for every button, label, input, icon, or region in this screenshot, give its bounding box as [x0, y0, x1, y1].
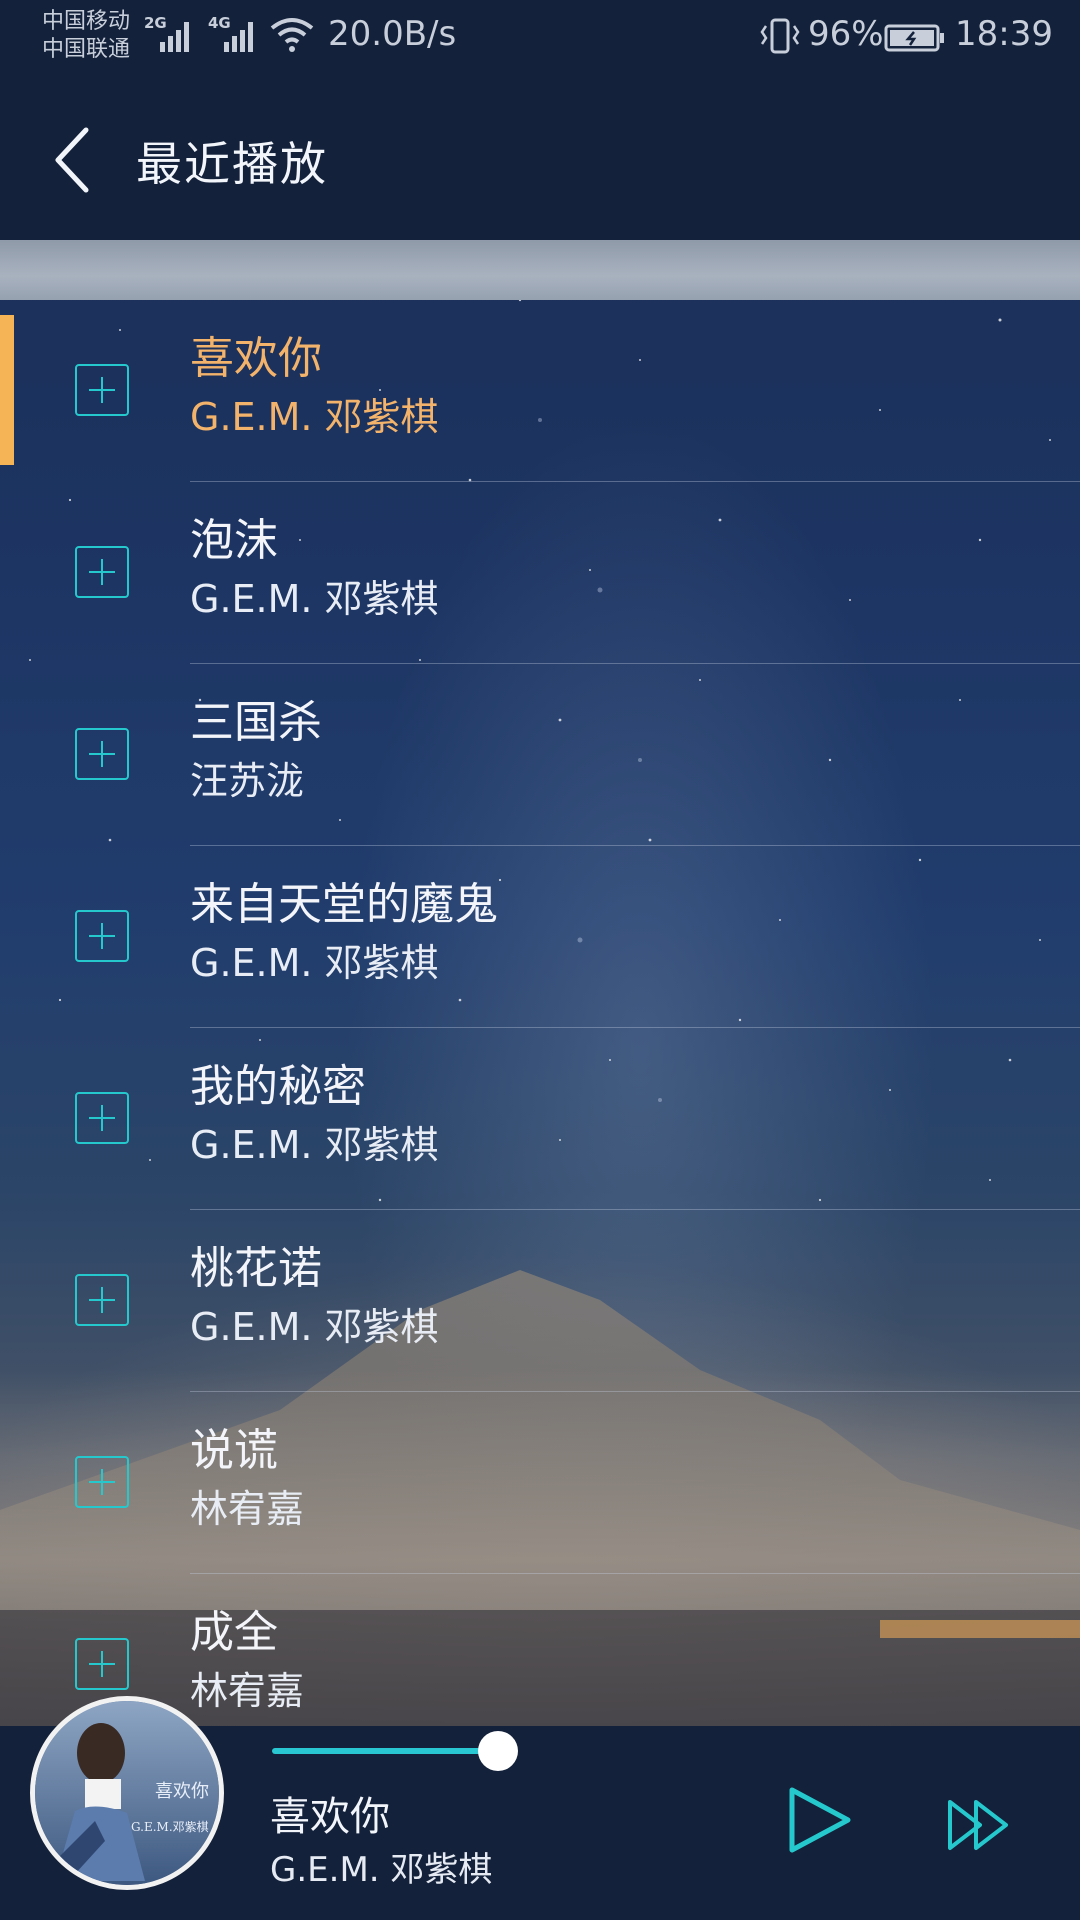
song-title: 我的秘密: [190, 1061, 366, 1112]
song-artist: G.E.M. 邓紫棋: [190, 395, 439, 439]
add-to-playlist-button[interactable]: [75, 910, 129, 962]
song-row[interactable]: 说谎 林宥嘉: [0, 1392, 1080, 1574]
plus-icon-stroke: [101, 1469, 103, 1495]
song-list: 喜欢你 G.E.M. 邓紫棋 泡沫 G.E.M. 邓紫棋 三国杀 汪苏泷 来自天堂的魔鬼 G.…: [0, 300, 1080, 1756]
plus-icon-stroke: [101, 377, 103, 403]
song-title: 来自天堂的魔鬼: [190, 879, 498, 930]
song-row[interactable]: 泡沫 G.E.M. 邓紫棋: [0, 482, 1080, 664]
album-art-text: 喜欢你: [155, 1781, 209, 1802]
status-bar: 中国移动 中国联通 2G 4G 20.0B/s 96% 18:39: [0, 0, 1080, 80]
song-artist: G.E.M. 邓紫棋: [190, 577, 439, 621]
signal-icon: [224, 18, 260, 52]
progress-thumb[interactable]: [478, 1731, 518, 1771]
album-art-caption: G.E.M.邓紫棋: [131, 1820, 209, 1834]
network-speed: 20.0B/s: [328, 14, 457, 54]
song-title: 三国杀: [190, 697, 322, 748]
song-artist: G.E.M. 邓紫棋: [190, 1305, 439, 1349]
add-to-playlist-button[interactable]: [75, 1092, 129, 1144]
song-title: 喜欢你: [190, 333, 322, 384]
plus-icon-stroke: [101, 741, 103, 767]
carrier-1: 中国移动: [42, 9, 131, 34]
song-title: 说谎: [190, 1425, 278, 1476]
song-artist: G.E.M. 邓紫棋: [190, 1123, 439, 1167]
clock: 18:39: [955, 14, 1053, 54]
song-artist: 汪苏泷: [190, 759, 305, 803]
song-row[interactable]: 三国杀 汪苏泷: [0, 664, 1080, 846]
now-playing-title: 喜欢你: [270, 1794, 390, 1840]
active-indicator: [0, 315, 14, 465]
song-artist: G.E.M. 邓紫棋: [190, 941, 439, 985]
next-icon[interactable]: [944, 1790, 1014, 1860]
add-to-playlist-button[interactable]: [75, 364, 129, 416]
song-row[interactable]: 喜欢你 G.E.M. 邓紫棋: [0, 300, 1080, 482]
add-to-playlist-button[interactable]: [75, 1638, 129, 1690]
vibrate-icon: [760, 18, 800, 54]
add-to-playlist-button[interactable]: [75, 1456, 129, 1508]
add-to-playlist-button[interactable]: [75, 546, 129, 598]
add-to-playlist-button[interactable]: [75, 1274, 129, 1326]
carrier-2: 中国联通: [42, 37, 131, 62]
now-playing-artist: G.E.M. 邓紫棋: [270, 1850, 493, 1890]
song-title: 成全: [190, 1607, 278, 1658]
plus-icon-stroke: [101, 923, 103, 949]
song-row[interactable]: 桃花诺 G.E.M. 邓紫棋: [0, 1210, 1080, 1392]
page-title: 最近播放: [136, 137, 328, 191]
song-title: 桃花诺: [190, 1243, 322, 1294]
app-root: 中国移动 中国联通 2G 4G 20.0B/s 96% 18:39 最近播放 喜…: [0, 0, 1080, 1920]
signal-icon: [160, 18, 196, 52]
album-art[interactable]: 喜欢你 G.E.M.邓紫棋: [30, 1696, 224, 1890]
battery-percent: 96%: [808, 14, 884, 54]
back-icon[interactable]: [44, 120, 104, 200]
battery-icon: [884, 24, 944, 52]
play-icon[interactable]: [780, 1780, 860, 1860]
song-artist: 林宥嘉: [190, 1487, 305, 1531]
song-row[interactable]: 来自天堂的魔鬼 G.E.M. 邓紫棋: [0, 846, 1080, 1028]
song-title: 泡沫: [190, 515, 278, 566]
progress-track[interactable]: [272, 1748, 497, 1754]
plus-icon-stroke: [101, 1287, 103, 1313]
plus-icon-stroke: [101, 559, 103, 585]
wifi-icon: [270, 18, 314, 52]
song-artist: 林宥嘉: [190, 1669, 305, 1713]
banner-strip: [0, 240, 1080, 300]
plus-icon-stroke: [101, 1651, 103, 1677]
album-cover-image: 喜欢你 G.E.M.邓紫棋: [35, 1701, 219, 1885]
header: 最近播放: [0, 80, 1080, 240]
plus-icon-stroke: [101, 1105, 103, 1131]
add-to-playlist-button[interactable]: [75, 728, 129, 780]
carrier-info: 中国移动 中国联通: [42, 8, 130, 64]
song-row[interactable]: 我的秘密 G.E.M. 邓紫棋: [0, 1028, 1080, 1210]
